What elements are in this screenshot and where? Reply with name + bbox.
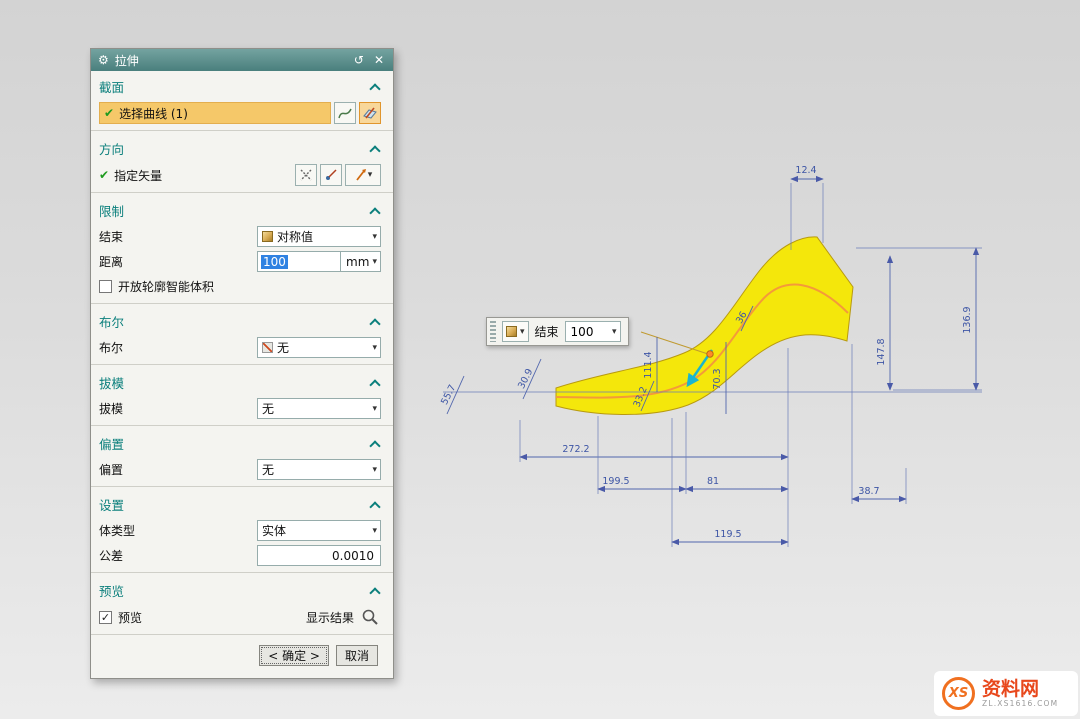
check-icon: ✓: [101, 612, 110, 623]
distance-input[interactable]: 100: [257, 251, 341, 272]
preview-label: 预览: [118, 609, 142, 626]
watermark-url: ZL.XS1616.COM: [982, 699, 1058, 708]
tolerance-input[interactable]: 0.0010: [257, 545, 381, 566]
show-result-button[interactable]: [359, 606, 381, 628]
end-label: 结束: [99, 228, 123, 245]
chevron-up-icon[interactable]: [369, 440, 380, 451]
chevron-up-icon[interactable]: [369, 207, 380, 218]
open-profile-checkbox[interactable]: [99, 280, 112, 293]
handle-point: [707, 351, 713, 357]
check-icon: ✔: [104, 106, 114, 120]
draft-dropdown[interactable]: 无 ▾: [257, 398, 381, 419]
toolbar-leader-line: [641, 332, 708, 354]
chevron-down-icon: ▾: [520, 327, 525, 337]
dimension-label: 119.5: [714, 529, 741, 540]
body-type-label: 体类型: [99, 522, 135, 539]
extrude-dialog: ⚙ 拉伸 ↺ ✕ 截面 ✔ 选择曲线 (1): [90, 48, 394, 679]
chevron-up-icon[interactable]: [369, 501, 380, 512]
vector-arrow-icon: [354, 168, 368, 182]
chevron-down-icon: ▾: [372, 232, 377, 242]
chevron-up-icon[interactable]: [369, 145, 380, 156]
vector-type-dropdown[interactable]: ▾: [345, 164, 381, 186]
point-vector-icon: [324, 168, 338, 182]
limits-group-header[interactable]: 限制: [91, 195, 393, 224]
dimension-label: 136.9: [962, 306, 973, 333]
chevron-down-icon: ▾: [372, 465, 377, 475]
preview-group-header[interactable]: 预览: [91, 575, 393, 604]
chevron-up-icon[interactable]: [369, 83, 380, 94]
symmetric-value-icon: [262, 231, 273, 242]
boolean-dropdown[interactable]: 无 ▾: [257, 337, 381, 358]
ok-button[interactable]: < 确定 >: [259, 645, 329, 666]
dimension-label: 38.7: [858, 486, 879, 497]
limit-type-dropdown[interactable]: ▾: [502, 321, 529, 342]
open-profile-label: 开放轮廓智能体积: [118, 278, 214, 295]
dialog-title: 拉伸: [115, 52, 346, 69]
select-curve-label: 选择曲线 (1): [119, 105, 188, 122]
chevron-down-icon: ▾: [612, 327, 617, 337]
toolbar-grip-handle[interactable]: [490, 321, 496, 342]
draft-label: 拔模: [99, 400, 123, 417]
vector-constructor-icon: [299, 168, 313, 182]
direction-group-header[interactable]: 方向: [91, 133, 393, 162]
sketch-section-button[interactable]: [359, 102, 381, 124]
symmetric-value-icon: [506, 326, 517, 337]
dialog-titlebar[interactable]: ⚙ 拉伸 ↺ ✕: [91, 49, 393, 71]
dimension-label: 81: [707, 476, 719, 487]
gear-icon: ⚙: [98, 53, 109, 67]
chevron-up-icon[interactable]: [369, 318, 380, 329]
close-button[interactable]: ✕: [372, 53, 386, 67]
chevron-down-icon: ▾: [372, 343, 377, 353]
unit-dropdown[interactable]: mm ▾: [341, 251, 381, 272]
show-result-label: 显示结果: [306, 609, 354, 626]
distance-label: 距离: [99, 253, 123, 270]
chevron-up-icon[interactable]: [369, 379, 380, 390]
section-group-header[interactable]: 截面: [91, 71, 393, 100]
boolean-none-icon: [262, 342, 273, 353]
floating-limit-toolbar[interactable]: ▾ 结束 100 ▾: [486, 317, 629, 346]
end-type-dropdown[interactable]: 对称值 ▾: [257, 226, 381, 247]
draft-group-header[interactable]: 拔模: [91, 367, 393, 396]
chevron-up-icon[interactable]: [369, 587, 380, 598]
dimension-label: 30.9: [516, 367, 535, 391]
magnifier-icon: [361, 608, 379, 626]
curve-icon: [337, 105, 353, 121]
dimension-label: 70.3: [712, 368, 723, 389]
dimension-label: 147.8: [876, 338, 887, 365]
settings-group-header[interactable]: 设置: [91, 489, 393, 518]
inferred-vector-button[interactable]: [320, 164, 342, 186]
vector-dialog-button[interactable]: [295, 164, 317, 186]
body-type-dropdown[interactable]: 实体 ▾: [257, 520, 381, 541]
select-curve-row[interactable]: ✔ 选择曲线 (1): [99, 102, 331, 124]
end-label: 结束: [535, 323, 559, 340]
cad-application-window: 12.4 36 136.9 147.8 111.4 70.3 33.2 30.: [0, 0, 1080, 719]
curve-rule-button[interactable]: [334, 102, 356, 124]
tolerance-label: 公差: [99, 547, 123, 564]
watermark-logo: XS: [942, 677, 975, 710]
preview-checkbox[interactable]: ✓: [99, 611, 112, 624]
distance-value-dropdown[interactable]: 100 ▾: [565, 321, 621, 342]
watermark-name: 资料网: [982, 679, 1058, 700]
distance-value: 100: [571, 325, 612, 339]
specify-vector-label: 指定矢量: [114, 167, 162, 184]
check-icon: ✔: [99, 168, 109, 182]
dimension-label: 199.5: [602, 476, 629, 487]
dimension-label: 111.4: [643, 351, 654, 378]
cancel-button[interactable]: 取消: [336, 645, 378, 666]
dimension-label: 12.4: [795, 165, 816, 176]
boolean-group-header[interactable]: 布尔: [91, 306, 393, 335]
boolean-label: 布尔: [99, 339, 123, 356]
chevron-down-icon: ▾: [372, 526, 377, 536]
sketch-icon: [362, 105, 378, 121]
chevron-down-icon: ▾: [368, 170, 373, 180]
reset-button[interactable]: ↺: [352, 53, 366, 67]
chevron-down-icon: ▾: [372, 404, 377, 414]
chevron-down-icon: ▾: [372, 257, 377, 267]
dimension-label: 272.2: [562, 444, 589, 455]
offset-group-header[interactable]: 偏置: [91, 428, 393, 457]
offset-dropdown[interactable]: 无 ▾: [257, 459, 381, 480]
offset-label: 偏置: [99, 461, 123, 478]
watermark: XS 资料网 ZL.XS1616.COM: [934, 671, 1078, 716]
